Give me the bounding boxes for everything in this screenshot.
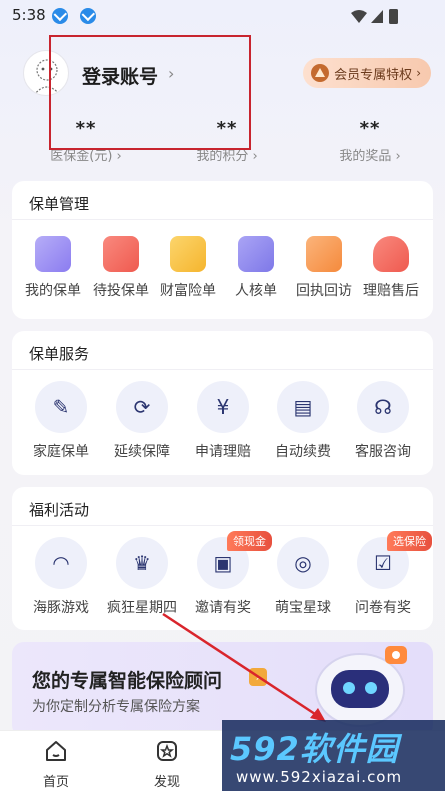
download-icon xyxy=(80,8,96,24)
divider xyxy=(12,525,433,526)
vip-label: 会员专属特权 xyxy=(334,67,413,83)
grid-label: 问卷有奖 xyxy=(355,600,411,616)
vip-privilege-button[interactable]: 会员专属特权 › xyxy=(303,58,431,88)
grid-label: 客服咨询 xyxy=(355,444,411,460)
tab-label: 发现 xyxy=(153,775,180,790)
grid-label: 申请理赔 xyxy=(195,444,251,460)
dolphin-icon: ◠ xyxy=(35,537,87,589)
grid-item-review[interactable]: 人核单 xyxy=(220,236,292,300)
headset-icon: ☊ xyxy=(357,381,409,433)
grid-item-family-policy[interactable]: ✎ 家庭保单 xyxy=(25,381,97,461)
auto-renew-icon: ▤ xyxy=(277,381,329,433)
grid-label: 延续保障 xyxy=(114,444,170,460)
wealth-wallet-icon xyxy=(170,236,206,272)
download-icon xyxy=(52,8,68,24)
claim-bag-icon xyxy=(373,236,409,272)
claim-yen-icon: ¥ xyxy=(197,381,249,433)
home-icon xyxy=(46,741,66,761)
policy-service-card: 保单服务 ✎ 家庭保单 ⟳ 延续保障 ¥ 申请理赔 ▤ 自动续费 ☊ 客服咨询 xyxy=(12,331,433,475)
grid-item-invite-reward[interactable]: ▣ 领现金 邀请有奖 xyxy=(187,531,272,617)
watermark-logo-text: 592软件园 xyxy=(230,730,399,768)
system-status-icons xyxy=(351,9,398,24)
grid-label: 自动续费 xyxy=(275,444,331,460)
grid-item-crazy-thursday[interactable]: ♛ 疯狂星期四 xyxy=(106,537,178,617)
grid-item-pending-policy[interactable]: 待投保单 xyxy=(85,236,157,300)
planet-icon: ◎ xyxy=(277,537,329,589)
stat-label: 我的奖品 › xyxy=(339,149,401,164)
promo-title: 您的专属智能保险顾问 xyxy=(32,670,223,692)
review-folder-icon xyxy=(238,236,274,272)
status-time: 5:38 xyxy=(12,6,46,24)
policy-doc-icon xyxy=(35,236,71,272)
receipt-icon xyxy=(306,236,342,272)
grid-item-baby-planet[interactable]: ◎ 萌宝星球 xyxy=(267,537,339,617)
chevron-right-icon: › xyxy=(416,66,421,80)
grid-label: 我的保单 xyxy=(25,283,81,299)
grid-label: 萌宝星球 xyxy=(275,600,331,616)
grid-label: 财富险单 xyxy=(160,283,216,299)
grid-label: 家庭保单 xyxy=(33,444,89,460)
grid-item-customer-service[interactable]: ☊ 客服咨询 xyxy=(347,381,419,461)
grid-item-renew-protection[interactable]: ⟳ 延续保障 xyxy=(106,381,178,461)
grid-item-my-policy[interactable]: 我的保单 xyxy=(17,236,89,300)
stat-value: ** xyxy=(359,118,381,139)
grid-item-claim-aftersale[interactable]: 理赔售后 xyxy=(355,236,427,300)
stat-my-prizes[interactable]: ** 我的奖品 › xyxy=(310,118,430,164)
divider xyxy=(12,219,433,220)
section-title: 保单管理 xyxy=(29,195,90,213)
grid-label: 海豚游戏 xyxy=(33,600,89,616)
grid-item-apply-claim[interactable]: ¥ 申请理赔 xyxy=(187,381,259,461)
renew-shield-icon: ⟳ xyxy=(116,381,168,433)
tab-discover[interactable]: 发现 xyxy=(137,739,197,790)
grid-item-questionnaire[interactable]: ☑ 选保险 问卷有奖 xyxy=(347,531,432,617)
grid-label: 回执回访 xyxy=(296,283,352,299)
grid-item-wealth-policy[interactable]: 财富险单 xyxy=(152,236,224,300)
tab-home[interactable]: 首页 xyxy=(26,739,86,790)
promo-subtitle: 为你定制分析专属保险方案 xyxy=(32,699,200,715)
section-title: 保单服务 xyxy=(29,345,90,363)
tab-label: 首页 xyxy=(42,775,69,790)
battery-icon xyxy=(389,9,398,24)
site-watermark: 592软件园 www.592xiazai.com xyxy=(222,720,445,791)
grid-label: 待投保单 xyxy=(93,283,149,299)
crown-icon: ♛ xyxy=(116,537,168,589)
discover-icon xyxy=(157,741,177,761)
wifi-icon xyxy=(351,10,367,23)
grid-label: 人核单 xyxy=(235,283,277,299)
chevron-right-icon: › xyxy=(249,668,267,686)
grid-item-auto-renew[interactable]: ▤ 自动续费 xyxy=(267,381,339,461)
policy-management-card: 保单管理 我的保单 待投保单 财富险单 人核单 回执回访 理赔售后 xyxy=(12,181,433,319)
insurance-badge: 选保险 xyxy=(387,531,432,551)
welfare-activities-card: 福利活动 ◠ 海豚游戏 ♛ 疯狂星期四 ▣ 领现金 邀请有奖 ◎ 萌宝星球 ☑ … xyxy=(12,487,433,630)
section-title: 福利活动 xyxy=(29,501,90,519)
grid-item-receipt[interactable]: 回执回访 xyxy=(288,236,360,300)
robot-mascot-icon xyxy=(315,646,407,727)
cash-badge: 领现金 xyxy=(227,531,272,551)
family-policy-icon: ✎ xyxy=(35,381,87,433)
watermark-url: www.592xiazai.com xyxy=(236,768,403,786)
signal-icon xyxy=(371,10,383,23)
grid-item-dolphin-game[interactable]: ◠ 海豚游戏 xyxy=(25,537,97,617)
divider xyxy=(12,369,433,370)
status-bar: 5:38 xyxy=(0,0,445,32)
grid-label: 邀请有奖 xyxy=(195,600,251,616)
vip-crown-icon xyxy=(311,64,330,82)
annotation-highlight-box xyxy=(49,35,251,150)
pending-policy-icon xyxy=(103,236,139,272)
grid-label: 疯狂星期四 xyxy=(107,600,177,616)
grid-label: 理赔售后 xyxy=(363,283,419,299)
